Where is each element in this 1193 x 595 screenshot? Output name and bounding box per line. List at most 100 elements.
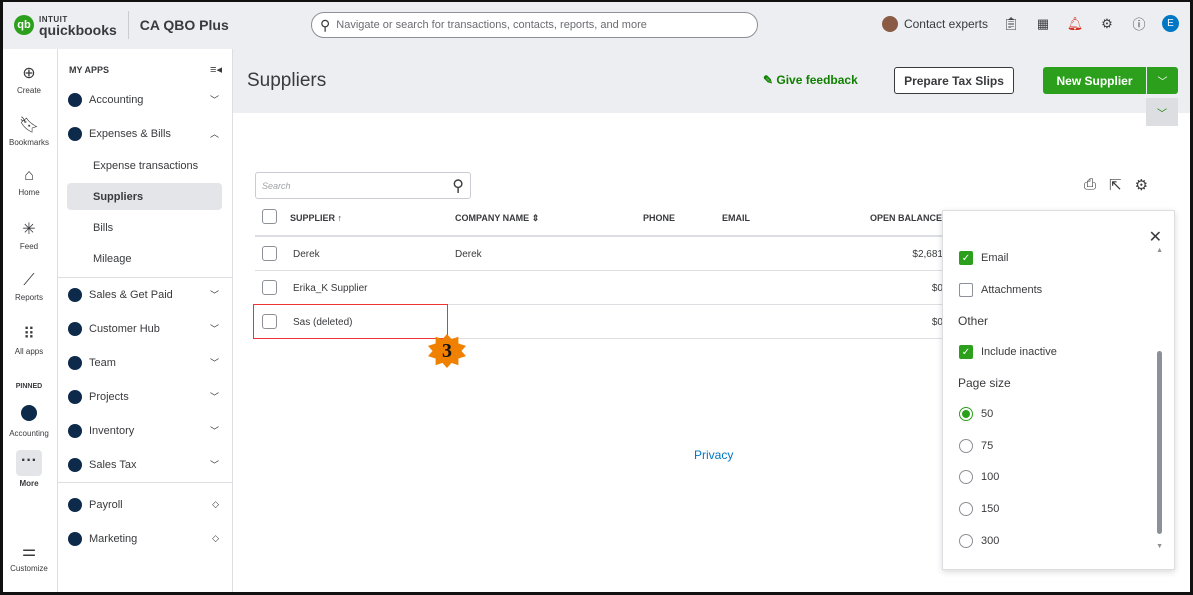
table-settings-panel: ✕ ▲ ✓ Email Attachments Other ✓ Include in… [942, 210, 1175, 570]
option-label: Include inactive [981, 346, 1057, 358]
give-feedback-link[interactable]: ✎ Give feedback [763, 73, 858, 87]
supplier-name[interactable]: Derek [293, 249, 320, 260]
nav-accounting[interactable]: Accounting ﹀ [68, 86, 223, 113]
nav-mileage[interactable]: Mileage [67, 245, 222, 272]
option-label: 300 [981, 535, 1000, 547]
chevron-up-icon: ︿ [209, 129, 219, 139]
nav-label: Sales & Get Paid [89, 288, 173, 301]
nav-marketing[interactable]: Marketing ◇ [68, 525, 223, 552]
supplier-name[interactable]: Erika_K Supplier [293, 283, 367, 294]
select-all-checkbox[interactable] [262, 209, 277, 224]
header-company[interactable]: COMPANY NAME ⇕ [455, 213, 539, 224]
contact-experts-button[interactable]: Contact experts [881, 15, 988, 32]
scroll-down-icon[interactable]: ▼ [1156, 543, 1163, 550]
header-supplier[interactable]: SUPPLIER ↑ [290, 213, 342, 223]
search-icon: ⚲ [320, 16, 331, 33]
include-inactive-option[interactable]: ✓ Include inactive [959, 345, 1057, 359]
more-icon: ··· [16, 450, 42, 476]
nav-team[interactable]: Team ﹀ [68, 349, 223, 376]
attachments-column-option[interactable]: Attachments [959, 283, 1042, 297]
apps-sidebar: MY APPS ≡◂ Accounting ﹀ Expenses & Bills ︿… [58, 49, 233, 595]
page-size-heading: Page size [958, 376, 1011, 390]
home-icon: ⌂ [24, 167, 34, 184]
nav-customer-hub[interactable]: Customer Hub ﹀ [68, 315, 223, 342]
radio-selected[interactable] [959, 407, 973, 421]
page-size-100[interactable]: 100 [959, 470, 999, 484]
page-size-150[interactable]: 150 [959, 502, 999, 516]
row-checkbox[interactable] [262, 246, 277, 261]
page-size-50[interactable]: 50 [959, 407, 993, 421]
nav-label: Sales Tax [89, 458, 137, 471]
rail-label: Accounting [9, 429, 49, 438]
chevron-down-icon: ﹀ [209, 460, 219, 470]
help-icon[interactable]: ⓘ [1130, 14, 1148, 33]
rail-home[interactable]: ⌂ Home [0, 167, 58, 197]
nav-inventory[interactable]: Inventory ﹀ [68, 417, 223, 444]
checkbox-checked[interactable]: ✓ [959, 251, 973, 265]
rail-label: Bookmarks [8, 138, 49, 147]
print-icon[interactable]: ⎙ [1084, 176, 1096, 194]
accounting-app-icon [0, 405, 58, 426]
prepare-tax-slips-button[interactable]: Prepare Tax Slips [894, 67, 1014, 94]
header-open-balance[interactable]: OPEN BALANCE [870, 213, 942, 223]
radio[interactable] [959, 439, 973, 453]
nav-sales-tax[interactable]: Sales Tax ﹀ [68, 451, 223, 478]
my-apps-heading: MY APPS [69, 65, 110, 75]
row-checkbox[interactable] [262, 280, 277, 295]
qb-logo-icon: qb [14, 14, 34, 35]
rail-reports[interactable]: ⟋ Reports [0, 272, 58, 302]
nav-projects[interactable]: Projects ﹀ [68, 383, 223, 410]
option-label: 100 [981, 471, 1000, 483]
scrollbar-thumb[interactable] [1157, 351, 1162, 534]
privacy-link[interactable]: Privacy [694, 448, 733, 462]
apps-icon[interactable]: ▦ [1034, 16, 1052, 32]
nav-suppliers[interactable]: Suppliers [67, 183, 222, 210]
rail-accounting[interactable]: Accounting [0, 405, 58, 438]
clipboard-icon[interactable]: 📋︎ [1002, 16, 1020, 32]
nav-expense-transactions[interactable]: Expense transactions [67, 152, 222, 179]
left-rail: ⊕ Create 🔖︎ Bookmarks ⌂ Home ✳ Feed ⟋ Reports… [0, 49, 58, 595]
rail-feed[interactable]: ✳ Feed [0, 219, 58, 251]
logo-quickbooks: quickbooks [39, 21, 117, 38]
table-row[interactable]: Erika_K Supplier $0 [255, 270, 945, 305]
notification-bell-icon[interactable]: 🔔︎ [1066, 16, 1084, 32]
export-icon[interactable]: ⇱ [1109, 176, 1122, 194]
nav-sales[interactable]: Sales & Get Paid ﹀ [68, 281, 223, 308]
email-column-option[interactable]: ✓ Email [959, 251, 1009, 265]
projects-icon [68, 389, 82, 404]
scroll-up-icon[interactable]: ▲ [1156, 247, 1163, 254]
checkbox-checked[interactable]: ✓ [959, 345, 973, 359]
feed-icon: ✳ [22, 221, 36, 238]
radio[interactable] [959, 470, 973, 484]
global-search-input[interactable]: ⚲ Navigate or search for transactions, co… [311, 12, 758, 38]
page-size-75[interactable]: 75 [959, 439, 993, 453]
page-size-300[interactable]: 300 [959, 534, 999, 548]
rail-customize[interactable]: ⚌ Customize [0, 541, 58, 573]
supplier-search-input[interactable]: Search ⚲ [255, 172, 471, 199]
search-placeholder: Search [262, 180, 291, 191]
quickbooks-logo[interactable]: qb INTUIT quickbooks [14, 14, 117, 38]
table-row[interactable]: Derek Derek $2,681 [255, 235, 945, 270]
settings-gear-icon[interactable]: ⚙ [1135, 176, 1148, 194]
new-supplier-dropdown[interactable]: ﹀ [1147, 67, 1178, 94]
rail-bookmarks[interactable]: 🔖︎ Bookmarks [0, 115, 58, 147]
radio[interactable] [959, 502, 973, 516]
nav-label: Inventory [89, 424, 135, 437]
rail-more[interactable]: ··· More [0, 450, 58, 488]
new-supplier-button[interactable]: New Supplier [1043, 67, 1146, 94]
checkbox[interactable] [959, 283, 973, 297]
rail-create[interactable]: ⊕ Create [0, 63, 58, 95]
gear-icon[interactable]: ⚙ [1098, 16, 1116, 32]
nav-bills[interactable]: Bills [67, 214, 222, 241]
nav-payroll[interactable]: Payroll ◇ [68, 491, 223, 518]
nav-expenses-bills[interactable]: Expenses & Bills ︿ [68, 120, 223, 147]
close-icon[interactable]: ✕ [1149, 227, 1162, 247]
header-phone[interactable]: PHONE [643, 213, 675, 223]
customer-hub-icon [68, 321, 82, 336]
collapse-menu-icon[interactable]: ≡◂ [210, 63, 222, 76]
header-email[interactable]: EMAIL [722, 213, 750, 223]
radio[interactable] [959, 534, 973, 548]
expand-header-button[interactable]: ﹀ [1146, 98, 1178, 126]
user-avatar[interactable]: E [1162, 15, 1179, 32]
rail-all-apps[interactable]: ⠿ All apps [0, 324, 58, 356]
